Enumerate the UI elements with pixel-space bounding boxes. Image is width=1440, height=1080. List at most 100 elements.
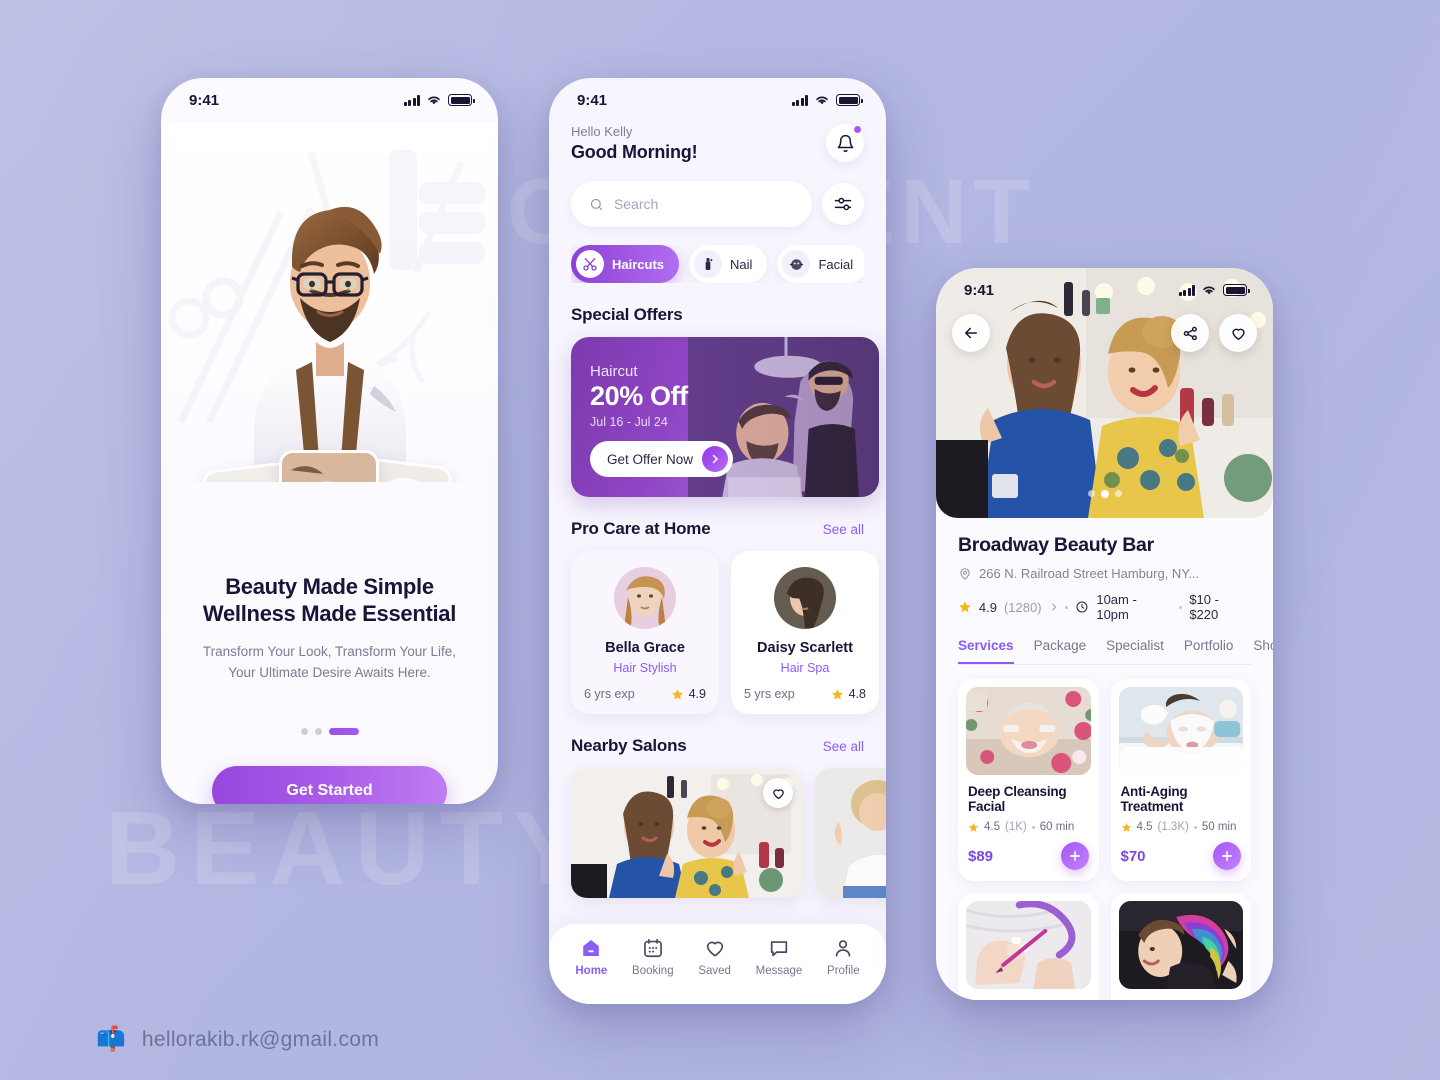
service-meta: 4.5 (1K) 60 min — [968, 821, 1089, 833]
hero-action-buttons — [952, 314, 1257, 352]
heart-icon — [1231, 328, 1245, 340]
service-rating-count: (1.3K) — [1157, 821, 1189, 833]
service-name: Anti-Aging Treatment — [1120, 784, 1188, 814]
tab-home[interactable]: Home — [575, 937, 607, 977]
barber-portrait-photo — [253, 206, 406, 474]
favorite-button[interactable] — [1219, 314, 1257, 352]
add-service-button[interactable] — [1213, 842, 1241, 870]
battery-icon — [836, 94, 863, 106]
carousel-dot-2-active[interactable] — [1100, 490, 1109, 498]
add-service-button[interactable] — [1060, 842, 1089, 870]
see-all-nearby[interactable]: See all — [823, 739, 864, 754]
service-duration: 60 min — [1039, 821, 1075, 833]
pro-care-rail: Bella Grace Hair Stylish 6 yrs exp 4.9 D… — [549, 551, 886, 714]
service-card-anti-aging-treatment[interactable]: Anti-Aging Treatment 4.5 (1.3K) 50 min $… — [1110, 679, 1251, 881]
notification-button[interactable] — [826, 124, 864, 162]
meta-separator — [1179, 605, 1183, 609]
search-input[interactable] — [613, 196, 794, 212]
see-all-pro-care[interactable]: See all — [823, 522, 864, 537]
arrow-left-icon — [964, 327, 978, 339]
star-icon — [831, 688, 843, 699]
salon-photo — [815, 768, 886, 898]
hero-right-buttons — [1171, 314, 1257, 352]
tab-message[interactable]: Message — [756, 937, 802, 977]
battery-icon — [448, 94, 475, 106]
status-bar: 9:41 — [161, 78, 498, 122]
tab-label: Saved — [698, 965, 731, 977]
salon-name: Broadway Beauty Bar — [958, 534, 1154, 556]
pro-rating: 4.9 — [671, 687, 706, 701]
pagination-dot-3-active[interactable] — [328, 727, 359, 735]
get-started-button[interactable]: Get Started — [212, 765, 447, 804]
wifi-icon — [816, 96, 828, 105]
cellular-signal-icon — [791, 94, 808, 106]
onboarding-pagination-dots[interactable] — [187, 727, 472, 735]
tab-portfolio[interactable]: Portfolio — [1184, 638, 1234, 664]
category-label: Nail — [730, 256, 753, 272]
share-button[interactable] — [1171, 314, 1209, 352]
pagination-dot-2[interactable] — [314, 727, 322, 735]
wifi-icon — [428, 96, 440, 105]
cellular-signal-icon — [1178, 284, 1195, 296]
section-title: Pro Care at Home — [571, 519, 711, 538]
category-chip-haircuts[interactable]: Haircuts — [571, 245, 680, 283]
detail-tab-bar: Services Package Specialist Portfolio Sh… — [958, 638, 1273, 665]
status-indicators — [791, 94, 863, 106]
salon-card-1[interactable] — [571, 768, 803, 898]
heart-icon — [706, 941, 723, 957]
facial-icon — [782, 250, 811, 278]
onboarding-subtitle-line2: Your Ultimate Desire Awaits Here. — [228, 664, 431, 680]
tab-booking[interactable]: Booking — [632, 937, 674, 977]
service-rating: 4.5 — [984, 821, 1000, 833]
filter-button[interactable] — [822, 183, 864, 225]
pro-card-bella-grace[interactable]: Bella Grace Hair Stylish 6 yrs exp 4.9 — [571, 551, 719, 714]
share-icon — [1183, 326, 1197, 340]
pro-meta: 6 yrs exp 4.9 — [584, 687, 706, 701]
service-photo — [1118, 687, 1243, 775]
service-name: Radiant Fusion Hair... — [1121, 998, 1242, 1000]
pro-name: Daisy Scarlett — [757, 640, 853, 656]
category-chip-facial[interactable]: Facial — [777, 245, 864, 283]
tab-services[interactable]: Services — [958, 638, 1014, 664]
pro-card-daisy-scarlett[interactable]: Daisy Scarlett Hair Spa 5 yrs exp 4.8 — [731, 551, 879, 714]
carousel-dot-1[interactable] — [1087, 490, 1095, 497]
meta-separator — [1065, 605, 1069, 609]
tab-shop[interactable]: Shop — [1253, 638, 1273, 664]
category-chip-nail[interactable]: Nail — [689, 245, 768, 283]
greeting-row: Hello Kelly Good Morning! — [571, 124, 864, 163]
tab-profile[interactable]: Profile — [827, 937, 860, 977]
status-bar: 9:41 — [549, 78, 886, 122]
chat-icon — [770, 941, 788, 957]
tab-saved[interactable]: Saved — [698, 937, 731, 977]
chevron-right-icon[interactable] — [1049, 602, 1059, 612]
pro-rating-value: 4.8 — [848, 687, 866, 701]
salon-meta-row: 4.9 (1280) 10am - 10pm $10 - $220 — [958, 592, 1251, 622]
calendar-icon — [643, 938, 662, 958]
phone-salon-detail-screen: 9:41 Broadway Beauty Bar 266 N. Railroad… — [936, 268, 1273, 1000]
service-card-soothing-spa-nails[interactable]: Soothing Spa Nails — [958, 893, 1099, 1000]
service-bottom-row: $89 — [968, 842, 1089, 870]
service-rating: 4.5 — [1136, 821, 1153, 833]
offer-card-haircut[interactable]: Haircut 20% Off Jul 16 - Jul 24 Get Offe… — [571, 337, 879, 497]
pagination-dot-1[interactable] — [300, 727, 308, 735]
service-card-deep-cleansing-facial[interactable]: Deep Cleansing Facial 4.5 (1K) 60 min $8… — [958, 679, 1099, 881]
salon-card-2[interactable] — [815, 768, 886, 898]
special-offers-rail[interactable]: Haircut 20% Off Jul 16 - Jul 24 Get Offe… — [549, 337, 886, 497]
back-button[interactable] — [952, 314, 990, 352]
meta-separator — [1031, 825, 1035, 829]
tab-label: Profile — [827, 965, 860, 977]
clock-icon — [1076, 601, 1088, 613]
tab-specialist[interactable]: Specialist — [1106, 638, 1164, 664]
battery-icon — [1223, 284, 1250, 296]
cover-carousel-dots[interactable] — [936, 490, 1273, 498]
tab-package[interactable]: Package — [1034, 638, 1087, 664]
search-box[interactable] — [571, 181, 812, 227]
contact-email[interactable]: hellorakib.rk@gmail.com — [142, 1028, 379, 1052]
service-card-radiant-fusion-hair[interactable]: Radiant Fusion Hair... — [1110, 893, 1251, 1000]
greeting-hello: Hello Kelly — [571, 124, 633, 139]
greeting-main: Good Morning! — [571, 142, 698, 162]
notification-badge — [853, 125, 862, 134]
carousel-dot-3[interactable] — [1114, 490, 1122, 497]
get-offer-now-button[interactable]: Get Offer Now — [590, 441, 734, 477]
favorite-button[interactable] — [763, 778, 793, 808]
